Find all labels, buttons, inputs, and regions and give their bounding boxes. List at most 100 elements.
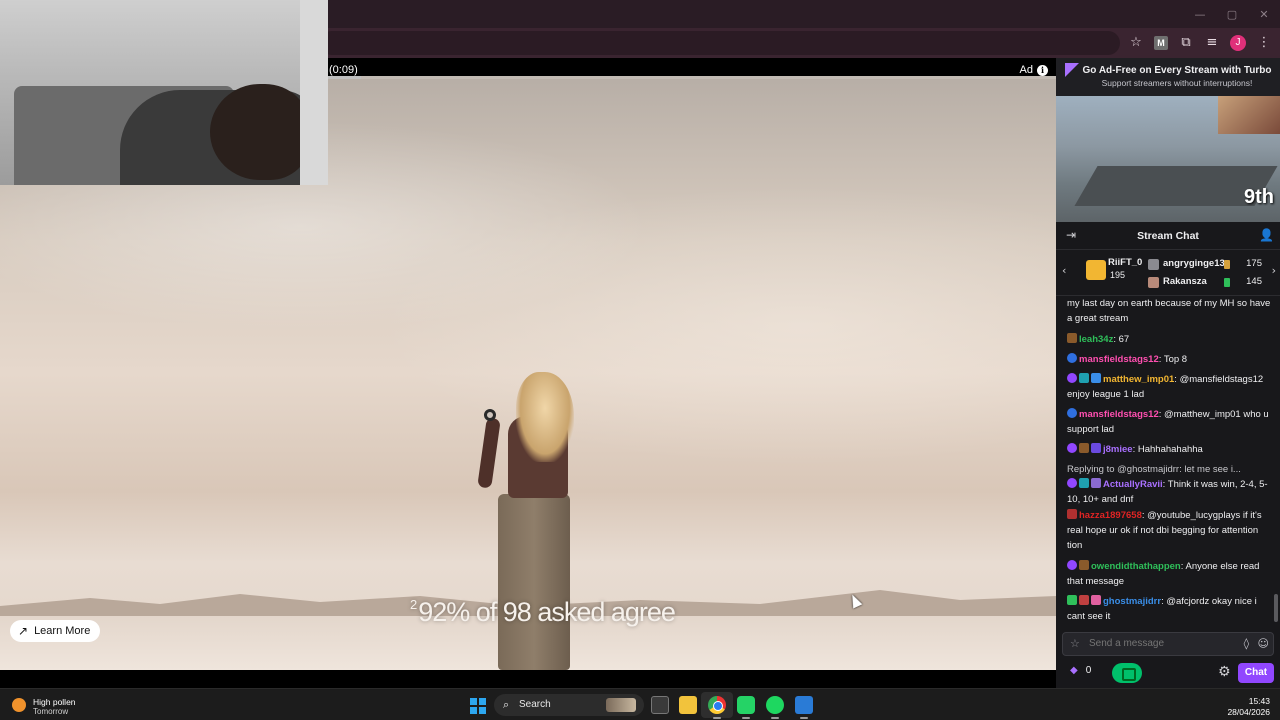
chat-scrollbar[interactable] (1274, 594, 1278, 622)
task-view-icon[interactable] (651, 696, 669, 714)
chat-badge-icon[interactable] (1067, 333, 1077, 343)
chat-badge-icon[interactable] (1067, 595, 1077, 605)
caption-footnote: 2 (410, 597, 417, 612)
chrome-running-indicator (713, 717, 721, 719)
whatsapp-icon[interactable] (737, 696, 755, 714)
chat-badge-icon[interactable] (1067, 560, 1077, 570)
chat-badge-icon[interactable] (1079, 595, 1089, 605)
minimize-button[interactable]: — (1184, 8, 1216, 21)
leaderboard-next-icon[interactable]: › (1272, 264, 1276, 277)
windows-taskbar: High pollen Tomorrow ⌕ Search 15:43 28/0… (0, 688, 1280, 720)
vscode-icon[interactable] (795, 696, 813, 714)
chat-message[interactable]: hazza1897658: @youtube_lucygplays if it'… (1067, 508, 1273, 553)
chat-username[interactable]: ghostmajidrr (1103, 596, 1161, 607)
turbo-promo[interactable]: Go Ad-Free on Every Stream with Turbo Su… (1056, 58, 1280, 96)
chat-message[interactable]: matthew_imp01: @mansfieldstags12 enjoy l… (1067, 372, 1273, 402)
maximize-button[interactable]: ▢ (1216, 8, 1248, 21)
figure-hair (516, 372, 574, 462)
chat-settings-gear-icon[interactable]: ⚙ (1218, 664, 1231, 680)
chat-badge-icon[interactable] (1091, 595, 1101, 605)
chat-badge-icon[interactable] (1091, 478, 1101, 488)
weather-icon[interactable] (12, 698, 26, 712)
leaderboard-first-count: 195 (1110, 270, 1126, 280)
prediction-button[interactable] (1112, 663, 1142, 683)
chat-username[interactable]: owendidthathappen (1091, 561, 1181, 572)
screen: — ▢ ✕ ☆ M ⧉ ≡ J ⋮ (0:09) Ad i 292% of 98… (0, 0, 1280, 720)
chat-badge-icon[interactable] (1079, 443, 1089, 453)
chat-input[interactable]: ☆ ◊ ☺ (1062, 632, 1274, 656)
chat-username[interactable]: ActuallyRavii (1103, 479, 1163, 490)
chat-username[interactable]: leah34z (1079, 334, 1113, 345)
learn-more-button[interactable]: ↗ Learn More (10, 620, 101, 642)
bookmark-star-icon[interactable]: ☆ (1128, 35, 1144, 51)
media-control-icon[interactable]: ≡ (1204, 35, 1220, 51)
chat-message[interactable]: my last day on earth because of my MH so… (1067, 296, 1273, 326)
chat-messages[interactable]: my last day on earth because of my MH so… (1056, 296, 1274, 626)
weather-title[interactable]: High pollen (33, 697, 76, 707)
turbo-title: Go Ad-Free on Every Stream with Turbo (1082, 65, 1272, 76)
leaderboard-prev-icon[interactable]: ‹ (1062, 264, 1066, 277)
chat-username[interactable]: matthew_imp01 (1103, 374, 1174, 385)
spotify-icon[interactable] (766, 696, 784, 714)
toolbar-icons: ☆ M ⧉ ≡ J ⋮ (1128, 32, 1272, 54)
send-message-field[interactable] (1089, 638, 1229, 649)
community-users-icon[interactable]: 👤 (1259, 228, 1274, 242)
reply-star-icon: ☆ (1070, 637, 1080, 650)
menu-kebab-icon[interactable]: ⋮ (1256, 35, 1272, 51)
file-explorer-icon[interactable] (679, 696, 697, 714)
channel-points[interactable]: ◆ 0 (1070, 665, 1091, 676)
chat-badge-icon[interactable] (1067, 408, 1077, 418)
vscode-running-indicator (800, 717, 808, 719)
chat-username[interactable]: j8miee (1103, 444, 1133, 455)
leaderboard-first-name[interactable]: RiiFT_0 (1108, 257, 1142, 268)
chat-badge-icon[interactable] (1091, 373, 1101, 383)
stream-preview[interactable]: 9th (1056, 96, 1280, 222)
chat-badge-icon[interactable] (1067, 478, 1077, 488)
chat-badge-icon[interactable] (1067, 509, 1077, 519)
clock-date[interactable]: 28/04/2026 (1227, 707, 1270, 717)
chat-badge-icon[interactable] (1079, 560, 1089, 570)
chat-username[interactable]: mansfieldstags12 (1079, 354, 1159, 365)
chat-message[interactable]: j8miee: Hahhahahahha (1067, 442, 1273, 457)
chat-badge-icon[interactable] (1067, 443, 1077, 453)
webcam-person-head (210, 84, 310, 180)
search-highlight-image (606, 698, 636, 712)
ad-label[interactable]: Ad i (1020, 64, 1048, 76)
chrome-icon[interactable] (708, 696, 726, 714)
chat-badge-icon[interactable] (1079, 478, 1089, 488)
ad-progress-track (328, 76, 1056, 79)
bits-icon[interactable]: ◊ (1244, 637, 1249, 650)
emote-picker-icon[interactable]: ☺ (1258, 637, 1269, 650)
chat-message[interactable]: owendidthathappen: Anyone else read that… (1067, 559, 1273, 589)
chat-message[interactable]: mansfieldstags12: @matthew_imp01 who u s… (1067, 407, 1273, 437)
chat-badge-icon[interactable] (1079, 373, 1089, 383)
chat-message[interactable]: ghostmajidrr: @afcjordz okay nice i cant… (1067, 594, 1273, 624)
info-icon[interactable]: i (1037, 64, 1048, 76)
chat-message[interactable]: leah34z: 67 (1067, 332, 1273, 347)
extension-m-icon[interactable]: M (1154, 36, 1168, 50)
turbo-subtitle: Support streamers without interruptions! (1101, 78, 1253, 88)
profile-avatar[interactable]: J (1230, 35, 1246, 51)
reply-context[interactable]: Replying to @ghostmajidrr: let me see i.… (1067, 462, 1273, 477)
chat-send-button[interactable]: Chat (1238, 663, 1274, 683)
weather-subtitle: Tomorrow (33, 707, 69, 716)
taskbar-search[interactable]: ⌕ Search (494, 694, 644, 716)
chat-username[interactable]: hazza1897658 (1079, 510, 1142, 521)
windows-start-icon[interactable] (470, 698, 486, 714)
chat-badge-icon[interactable] (1067, 353, 1077, 363)
close-button[interactable]: ✕ (1248, 8, 1280, 21)
address-bar[interactable] (320, 31, 1120, 55)
extensions-puzzle-icon[interactable]: ⧉ (1178, 35, 1194, 51)
search-label: Search (519, 699, 551, 710)
chat-badge-icon[interactable] (1067, 373, 1077, 383)
chat-message[interactable]: Replying to @ghostmajidrr: let me see i.… (1067, 462, 1273, 507)
chat-badge-icon[interactable] (1091, 443, 1101, 453)
chat-text: Top 8 (1163, 354, 1188, 365)
leaderboard-row[interactable]: Rakansza 145 (1148, 276, 1276, 290)
chat-username[interactable]: mansfieldstags12 (1079, 409, 1159, 420)
leaderboard-row[interactable]: angryginge13 175 (1148, 258, 1276, 272)
channel-points-count: 0 (1085, 665, 1092, 676)
chat-message[interactable]: mansfieldstags12: Top 8 (1067, 352, 1273, 367)
webcam-overlay (0, 0, 328, 185)
clock-time[interactable]: 15:43 (1249, 696, 1270, 706)
